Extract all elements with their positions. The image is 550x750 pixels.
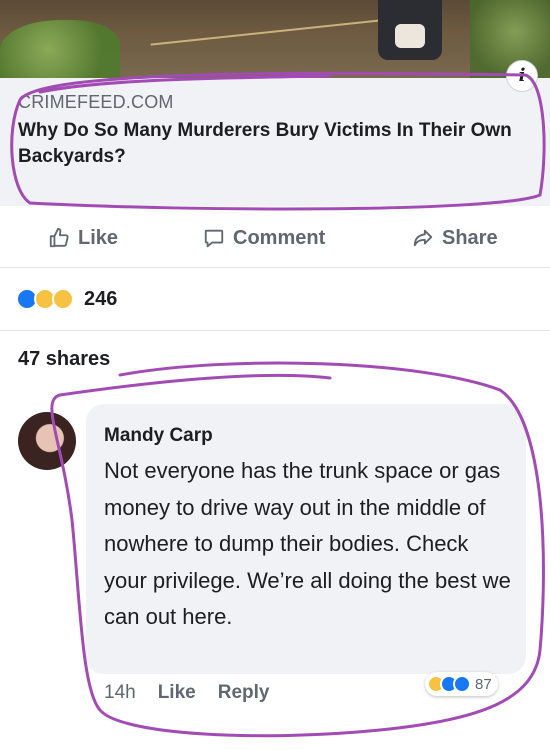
- thumbs-up-icon: [49, 227, 69, 248]
- link-title[interactable]: Why Do So Many Murderers Bury Victims In…: [18, 118, 538, 170]
- rope-line: [150, 16, 410, 46]
- comment-reply-button[interactable]: Reply: [218, 682, 270, 704]
- info-icon[interactable]: i: [506, 60, 538, 92]
- comment-reaction-badge[interactable]: 87: [425, 672, 498, 696]
- gloved-hand: [395, 24, 425, 48]
- share-button[interactable]: Share: [412, 224, 498, 252]
- reaction-summary[interactable]: 246: [16, 284, 117, 314]
- comment-meta: 14h Like Reply: [104, 682, 269, 704]
- foliage-left: [0, 20, 120, 78]
- comment-reaction-count: 87: [475, 675, 492, 693]
- shares-count[interactable]: 47 shares: [18, 348, 110, 371]
- share-button-label: Share: [442, 226, 498, 249]
- comment-timestamp[interactable]: 14h: [104, 682, 136, 704]
- link-domain: CRIMEFEED.COM: [18, 92, 174, 112]
- avatar[interactable]: [18, 412, 76, 470]
- comment-text: Not everyone has the trunk space or gas …: [104, 458, 511, 629]
- like-button[interactable]: Like: [48, 224, 118, 252]
- like-button-label: Like: [78, 226, 119, 249]
- love-reaction-icon: [453, 675, 471, 693]
- comment-button[interactable]: Comment: [203, 224, 325, 252]
- speech-bubble-icon: [204, 229, 224, 248]
- reaction-count: 246: [84, 287, 118, 310]
- share-arrow-icon: [413, 229, 433, 247]
- comment-button-label: Comment: [233, 226, 326, 249]
- divider: [0, 330, 550, 331]
- sad-reaction-icon: [52, 288, 74, 310]
- comment-like-button[interactable]: Like: [158, 682, 196, 704]
- link-preview-image[interactable]: [0, 0, 550, 78]
- comment-author[interactable]: Mandy Carp: [104, 425, 213, 447]
